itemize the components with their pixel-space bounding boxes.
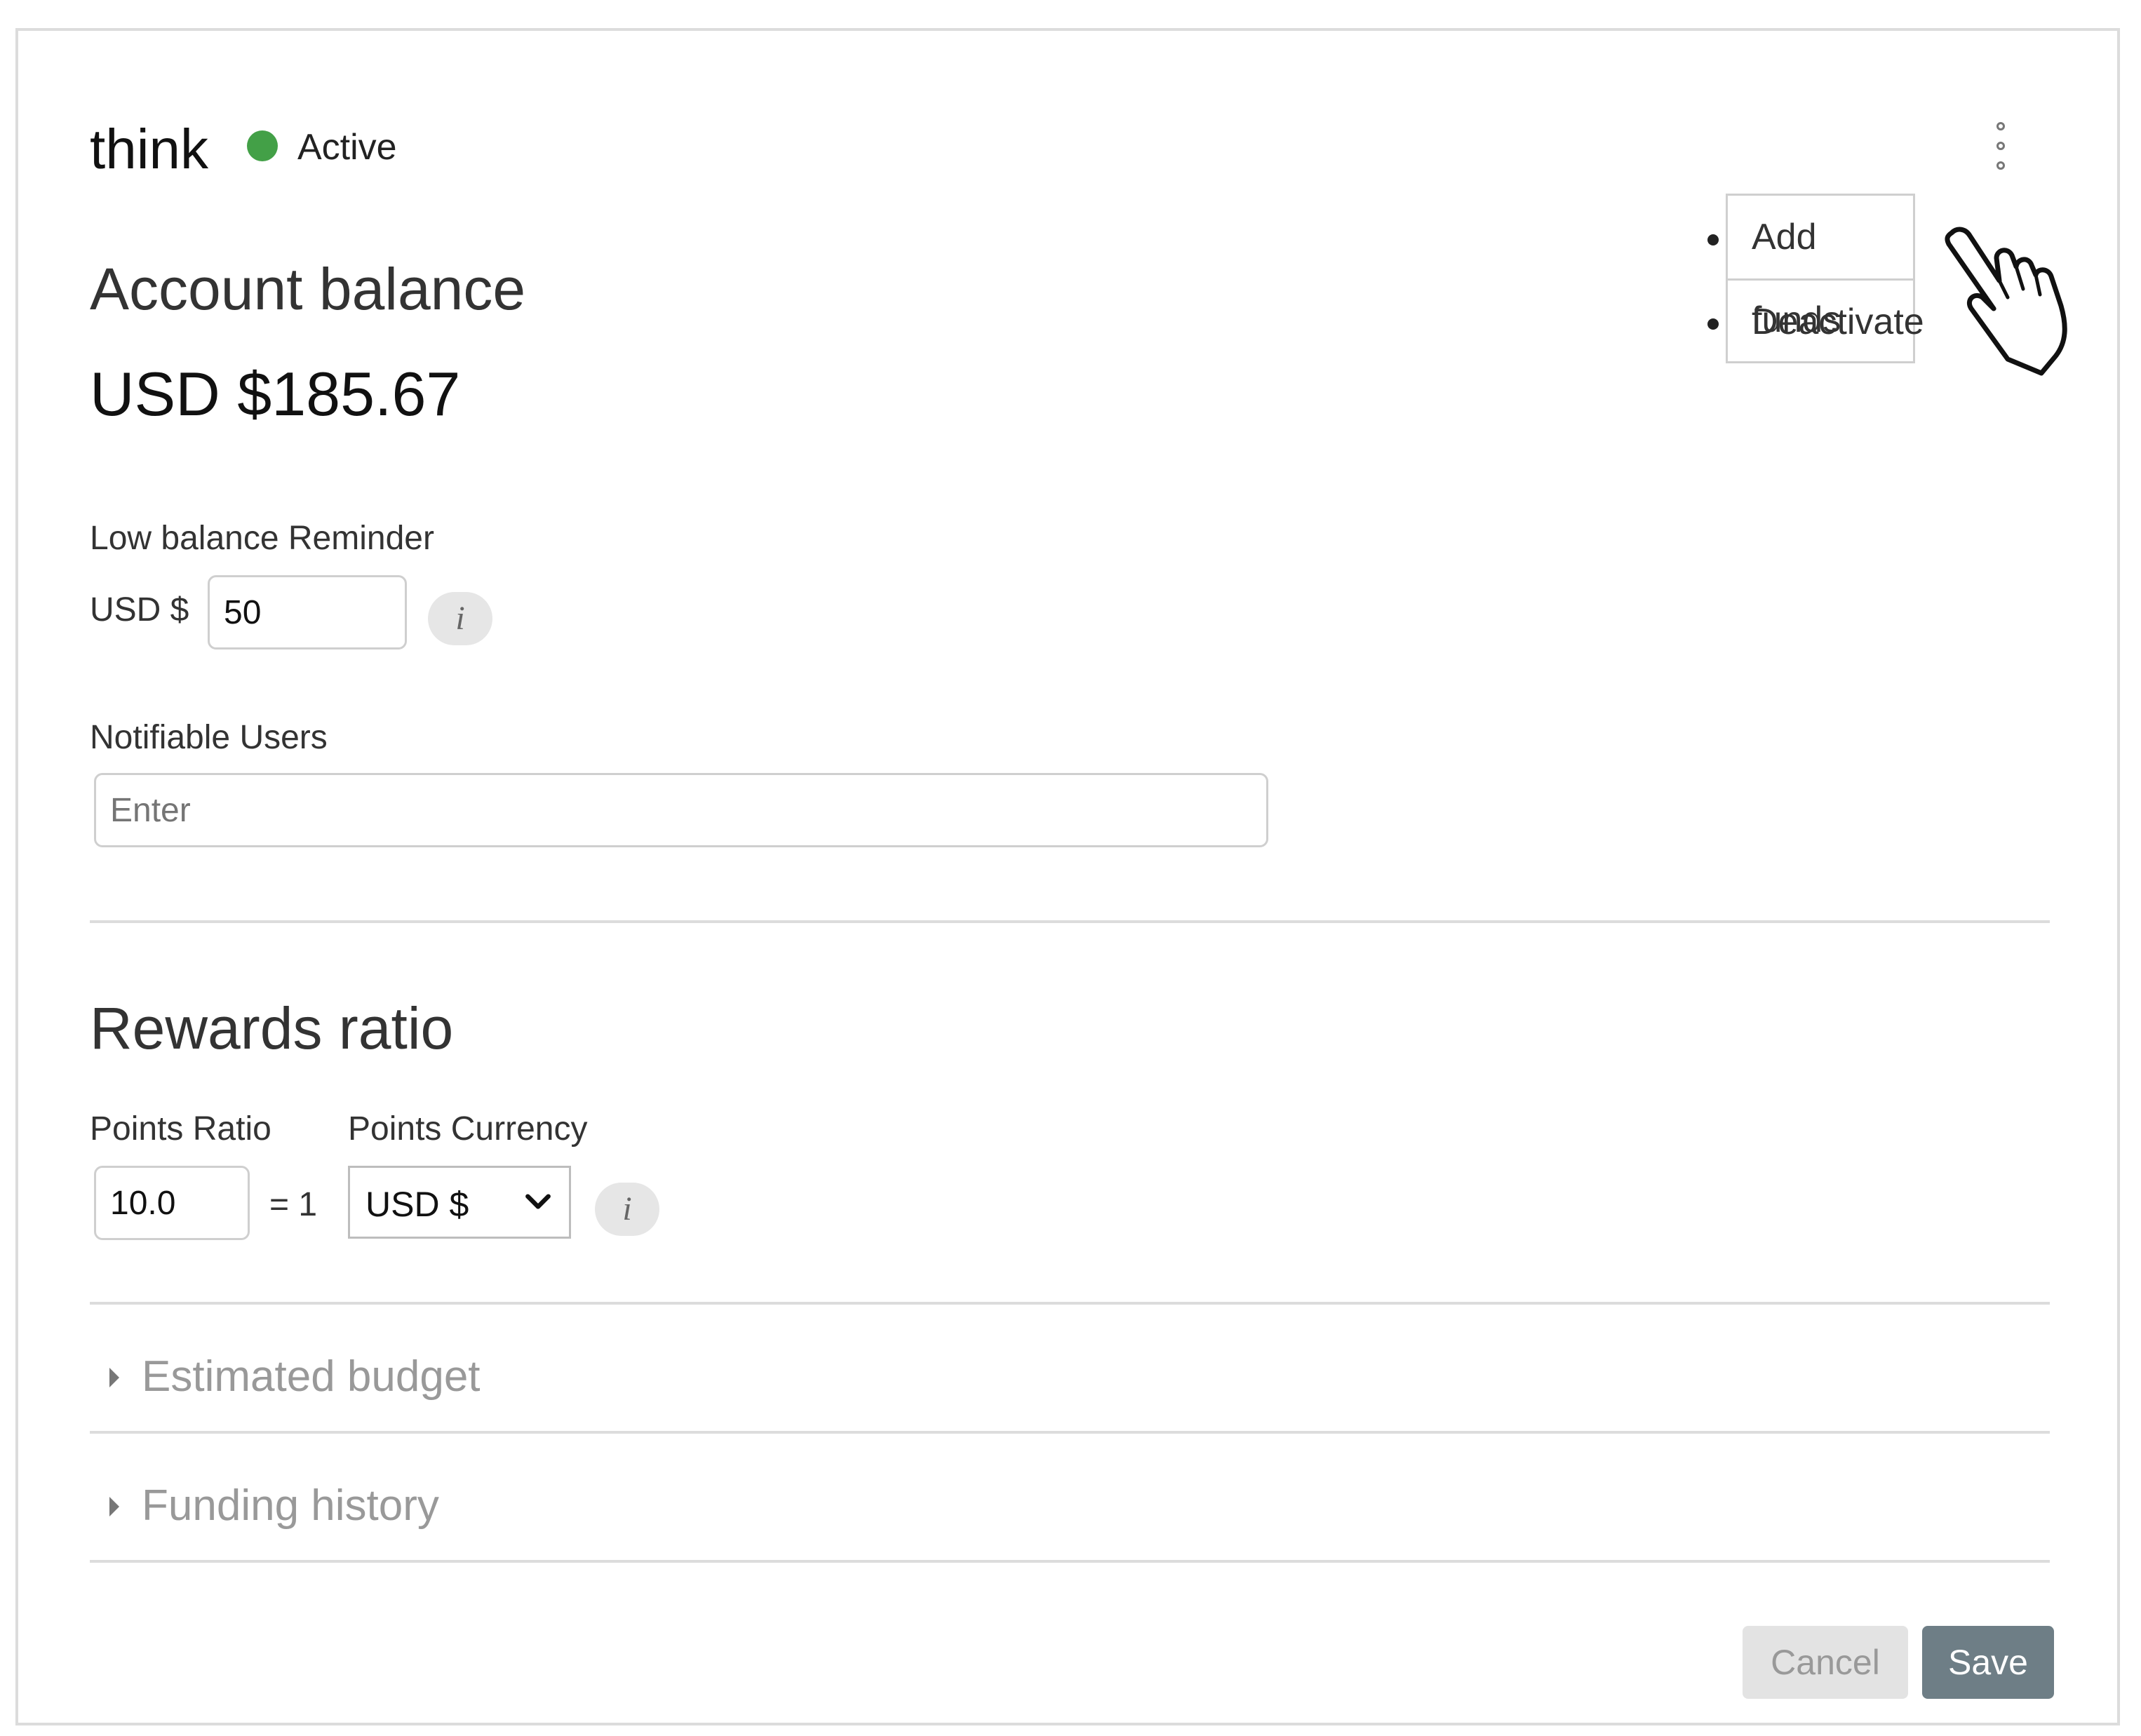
- actions-menu: Add funds Deactivate: [1726, 194, 1924, 363]
- points-currency-info-icon[interactable]: i: [595, 1183, 659, 1236]
- rewards-ratio-heading: Rewards ratio: [90, 995, 454, 1061]
- account-title: think: [90, 118, 208, 180]
- low-balance-info-icon[interactable]: i: [428, 592, 492, 645]
- points-ratio-input[interactable]: [94, 1166, 250, 1240]
- hand-pointer-icon: [1945, 227, 2067, 376]
- status-dot-icon: [247, 130, 278, 161]
- funding-history-label: Funding history: [142, 1481, 439, 1530]
- account-balance-heading: Account balance: [90, 256, 526, 322]
- section-divider: [90, 1302, 2050, 1305]
- points-ratio-label: Points Ratio: [90, 1110, 271, 1148]
- points-currency-select[interactable]: USD $: [348, 1166, 571, 1239]
- notifiable-users-label: Notifiable Users: [90, 719, 328, 756]
- more-options-icon[interactable]: [1988, 118, 2016, 174]
- menu-bullet: [1707, 234, 1719, 245]
- equals-text: = 1: [269, 1186, 318, 1223]
- funding-history-toggle[interactable]: Funding history: [105, 1479, 947, 1535]
- save-button[interactable]: Save: [1922, 1626, 2054, 1699]
- points-currency-value: USD $: [365, 1185, 469, 1224]
- account-balance-value: USD $185.67: [90, 359, 461, 429]
- points-currency-label: Points Currency: [348, 1110, 588, 1148]
- notifiable-users-input[interactable]: [94, 773, 1268, 847]
- estimated-budget-label: Estimated budget: [142, 1352, 481, 1401]
- low-balance-currency: USD $: [90, 591, 189, 628]
- section-divider: [90, 1431, 2050, 1434]
- chevron-down-icon: [525, 1194, 551, 1209]
- menu-bullet: [1707, 318, 1719, 330]
- caret-right-icon: [109, 1497, 119, 1516]
- section-divider: [90, 1560, 2050, 1563]
- low-balance-label: Low balance Reminder: [90, 520, 434, 557]
- estimated-budget-toggle[interactable]: Estimated budget: [105, 1350, 947, 1406]
- status-label: Active: [297, 127, 397, 168]
- section-divider: [90, 920, 2050, 923]
- menu-item-add-funds[interactable]: Add funds: [1728, 196, 1913, 340]
- menu-item-deactivate[interactable]: Deactivate: [1728, 278, 1924, 361]
- low-balance-input[interactable]: [208, 575, 407, 650]
- cancel-button[interactable]: Cancel: [1743, 1626, 1908, 1699]
- caret-right-icon: [109, 1368, 119, 1387]
